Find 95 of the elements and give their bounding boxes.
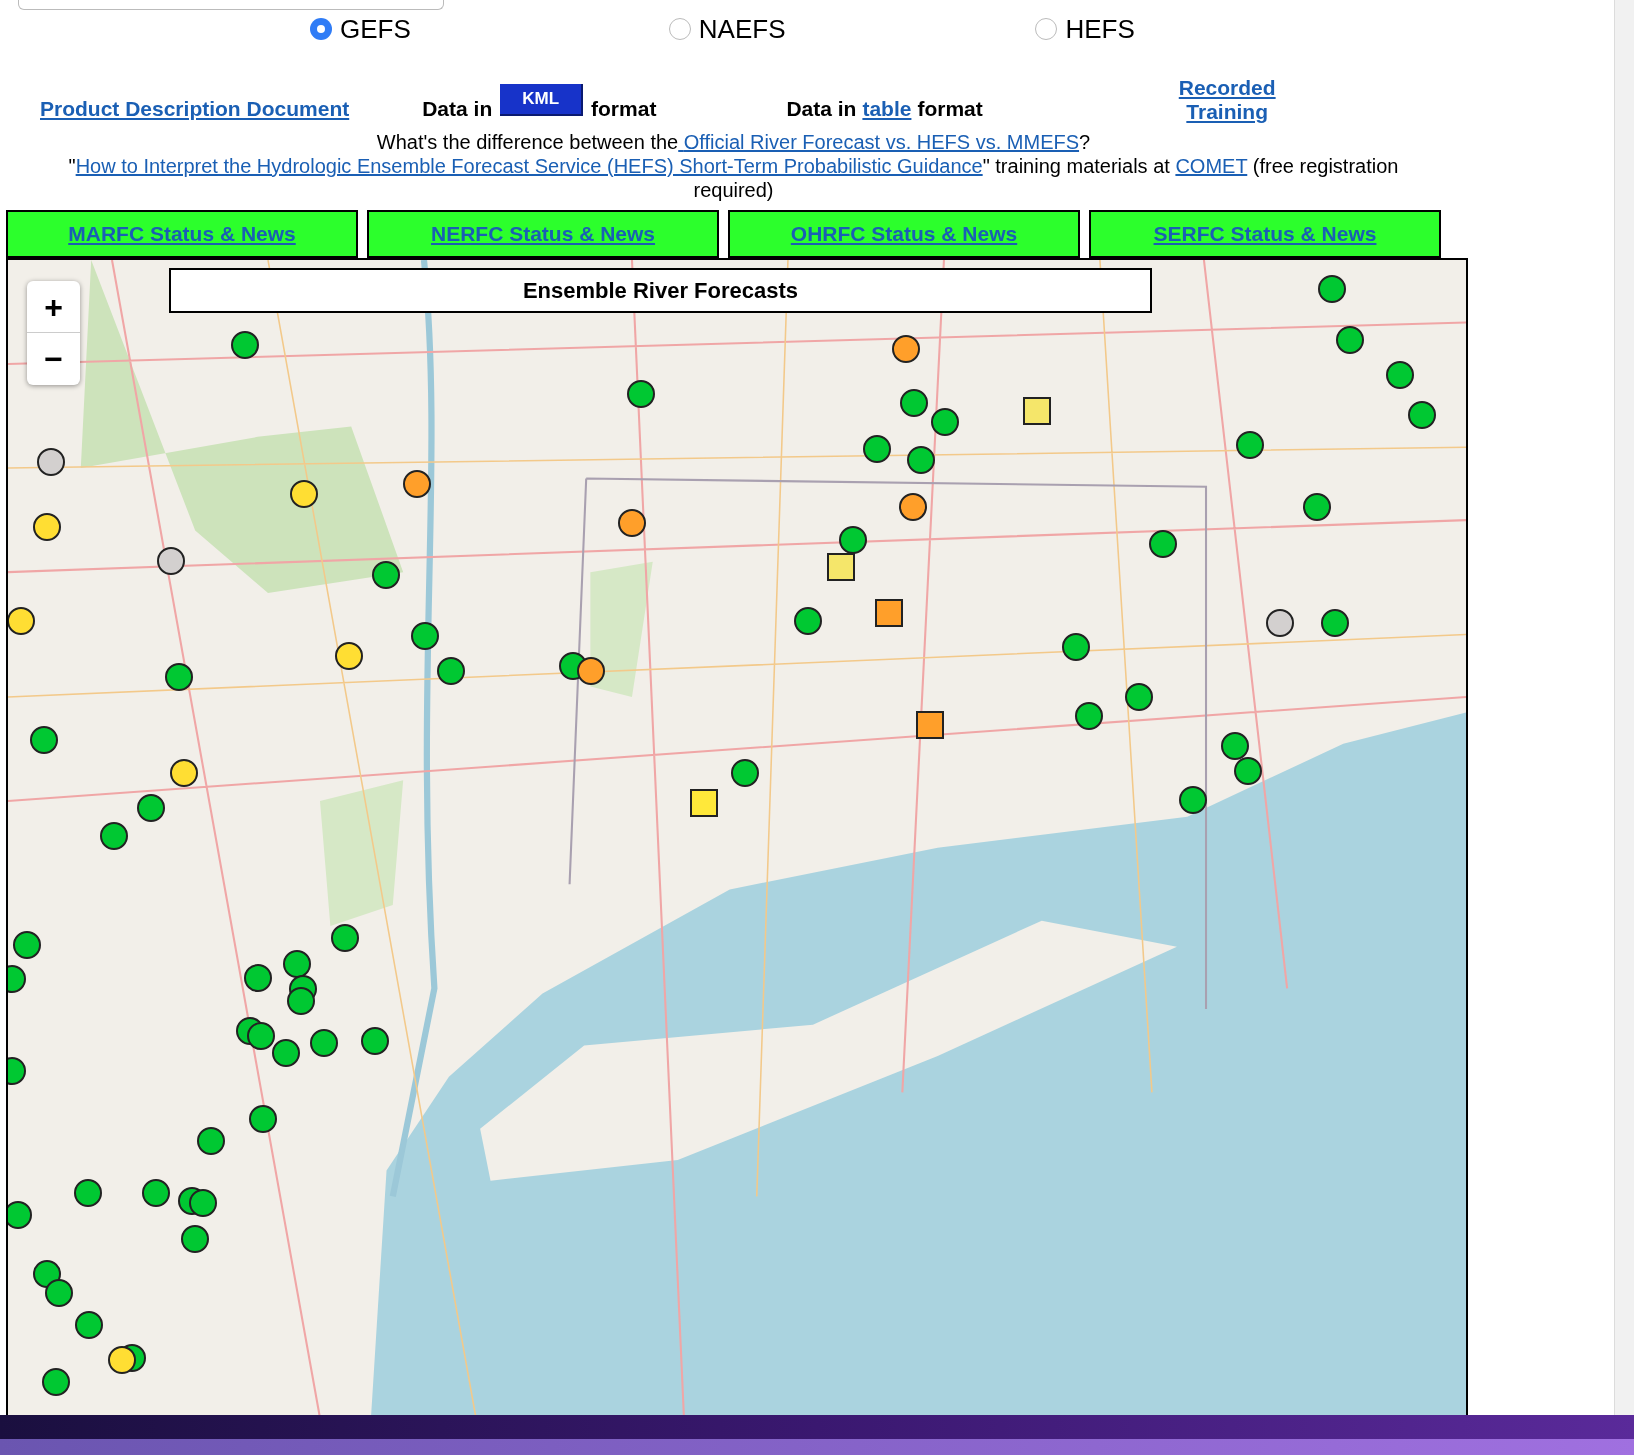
forecast-point-marker[interactable] <box>626 380 655 409</box>
forecast-point-marker[interactable] <box>156 547 185 576</box>
forecast-point-marker[interactable] <box>360 1026 389 1055</box>
forecast-point-marker[interactable] <box>916 710 945 739</box>
forecast-point-marker[interactable] <box>334 642 363 670</box>
forecast-point-marker[interactable] <box>1336 326 1365 355</box>
forecast-point-marker[interactable] <box>618 508 647 537</box>
forecast-point-marker[interactable] <box>892 334 921 363</box>
training-text: "How to Interpret the Hydrologic Ensemble Forecast Service (HEFS) Short-Term Probabilistic Guidance" training materials at COMET (free registration required) <box>67 154 1400 202</box>
forecast-point-marker[interactable] <box>826 553 855 582</box>
forecast-point-marker[interactable] <box>1318 275 1347 304</box>
forecast-point-marker[interactable] <box>402 470 431 499</box>
forecast-point-marker[interactable] <box>1074 702 1103 731</box>
forecast-point-marker[interactable] <box>1408 401 1437 430</box>
forecast-point-marker[interactable] <box>282 950 311 979</box>
forecast-point-marker[interactable] <box>1320 608 1349 637</box>
forecast-point-marker[interactable] <box>899 388 928 417</box>
radio-label: GEFS <box>340 12 411 46</box>
forecast-point-marker[interactable] <box>1386 360 1415 389</box>
forecast-point-marker[interactable] <box>136 794 165 823</box>
forecast-point-marker[interactable] <box>32 1259 61 1288</box>
forecast-point-marker[interactable] <box>906 446 935 475</box>
forecast-point-marker[interactable] <box>690 788 719 817</box>
recorded-training-link[interactable]: Recorded Training <box>1178 76 1276 124</box>
product-doc-link[interactable]: Product Description Document <box>40 92 350 124</box>
hefs-guidance-link[interactable]: How to Interpret the Hydrologic Ensemble Forecast Service (HEFS) Short-Term Probabilistic Guidance <box>75 155 983 177</box>
forecast-point-marker[interactable] <box>8 1200 33 1229</box>
forecast-point-marker[interactable] <box>930 407 959 436</box>
forecast-point-marker[interactable] <box>32 512 61 541</box>
forecast-point-marker[interactable] <box>180 1224 209 1253</box>
forecast-point-marker[interactable] <box>45 1278 74 1307</box>
forecast-point-marker[interactable] <box>1302 492 1331 521</box>
radio-label: HEFS <box>1065 12 1135 46</box>
forecast-point-marker[interactable] <box>36 448 65 477</box>
comet-link[interactable]: COMET <box>1175 155 1248 177</box>
forecast-point-marker[interactable] <box>1220 731 1249 760</box>
radio-button[interactable] <box>1035 18 1058 40</box>
forecast-point-marker[interactable] <box>1022 397 1051 426</box>
forecast-point-marker[interactable] <box>74 1178 103 1207</box>
forecast-point-marker[interactable] <box>863 434 892 463</box>
radio-button[interactable] <box>310 18 332 40</box>
forecast-point-marker[interactable] <box>12 930 41 959</box>
forecast-point-marker[interactable] <box>1124 682 1153 711</box>
forecast-point-marker[interactable] <box>330 924 359 953</box>
forecast-point-marker[interactable] <box>230 331 259 360</box>
forecast-point-marker[interactable] <box>1266 608 1295 637</box>
forecast-point-marker[interactable] <box>730 758 759 787</box>
forecast-point-marker[interactable] <box>410 622 439 651</box>
forecast-point-marker[interactable] <box>107 1346 136 1375</box>
forecast-point-marker[interactable] <box>1178 785 1207 814</box>
radio-button[interactable] <box>668 18 691 40</box>
forecast-point-marker[interactable] <box>100 822 129 851</box>
forecast-point-marker[interactable] <box>272 1039 301 1068</box>
forecast-point-marker[interactable] <box>8 1056 27 1085</box>
forecast-point-marker[interactable] <box>8 606 35 635</box>
forecast-point-marker[interactable] <box>247 1022 276 1051</box>
data-in-label: Data in <box>786 95 857 122</box>
forecast-point-marker[interactable] <box>436 656 465 685</box>
rfc-status-button[interactable]: OHRFC Status & News <box>728 210 1080 258</box>
radio-label: NAEFS <box>698 12 786 46</box>
rfc-status-button[interactable]: SERFC Status & News <box>1089 210 1441 258</box>
forecast-point-marker[interactable] <box>170 758 199 787</box>
forecast-point-marker[interactable] <box>1062 632 1091 661</box>
forecast-point-marker[interactable] <box>75 1311 104 1339</box>
difference-text: What's the difference between the Official River Forecast vs. HEFS vs. MMEFS? <box>375 130 1092 154</box>
data-in-label: Data in <box>422 95 493 122</box>
forecast-point-marker[interactable] <box>197 1126 226 1155</box>
comparison-link[interactable]: Official River Forecast vs. HEFS vs. MMEFS <box>678 131 1080 153</box>
table-link[interactable]: table <box>862 92 912 124</box>
format-label: format <box>591 95 657 122</box>
forecast-point-marker[interactable] <box>839 526 868 555</box>
forecast-point-marker[interactable] <box>249 1104 278 1133</box>
forecast-point-marker[interactable] <box>8 965 27 994</box>
kml-button[interactable]: KML <box>500 84 584 116</box>
forecast-point-marker[interactable] <box>141 1178 170 1207</box>
rfc-status-button[interactable]: MARFC Status & News <box>6 210 358 258</box>
forecast-point-marker[interactable] <box>286 986 315 1015</box>
forecast-point-marker[interactable] <box>188 1189 217 1218</box>
forecast-point-marker[interactable] <box>309 1028 338 1057</box>
zoom-out-button[interactable]: − <box>27 333 80 385</box>
forecast-point-marker[interactable] <box>1148 530 1177 559</box>
forecast-point-marker[interactable] <box>1234 756 1263 785</box>
forecast-point-marker[interactable] <box>794 606 823 635</box>
map[interactable]: Ensemble River Forecasts + − <box>6 258 1468 1418</box>
forecast-point-marker[interactable] <box>898 492 927 521</box>
rfc-status-button[interactable]: NERFC Status & News <box>367 210 719 258</box>
zoom-in-button[interactable]: + <box>27 281 80 333</box>
forecast-point-marker[interactable] <box>30 726 59 755</box>
forecast-point-marker[interactable] <box>41 1368 70 1397</box>
forecast-point-marker[interactable] <box>874 599 903 628</box>
forecast-point-marker[interactable] <box>244 964 273 992</box>
map-title: Ensemble River Forecasts <box>169 268 1152 313</box>
forecast-point-marker[interactable] <box>164 662 193 691</box>
format-label: format <box>917 95 983 122</box>
forecast-point-marker[interactable] <box>1236 431 1265 460</box>
